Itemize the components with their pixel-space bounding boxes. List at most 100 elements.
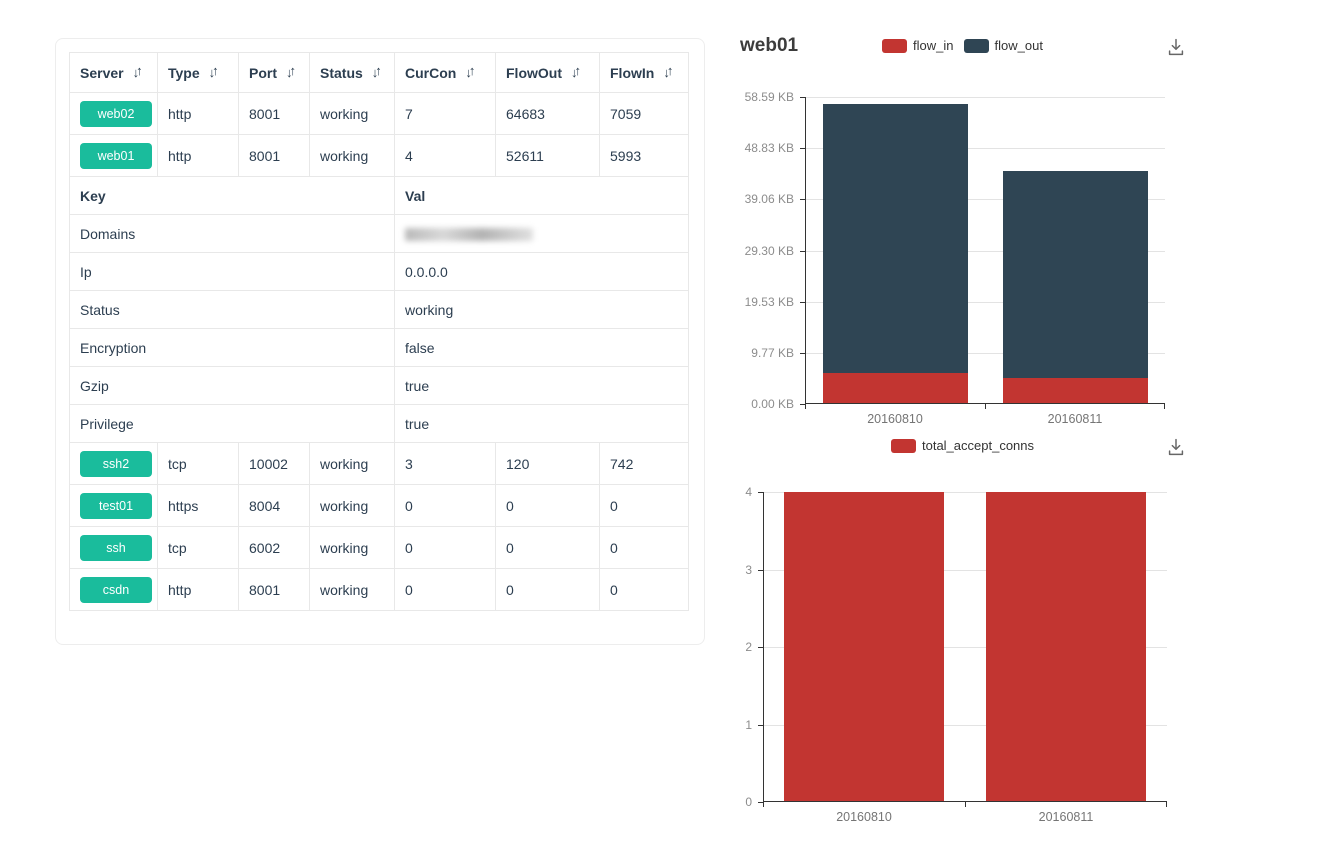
table-row-server: test01https8004working000: [70, 485, 689, 527]
detail-val-cell: false: [395, 329, 689, 367]
server-badge[interactable]: ssh2: [80, 451, 152, 477]
legend-label: flow_out: [995, 38, 1043, 53]
chart-legend: total_accept_conns: [730, 438, 1195, 453]
legend-swatch: [891, 439, 916, 453]
server-badge[interactable]: ssh: [80, 535, 152, 561]
detail-row: Statusworking: [70, 291, 689, 329]
bar-segment-total_accept_conns-20160811[interactable]: [986, 492, 1146, 802]
table-cell: http: [158, 569, 239, 611]
table-cell: 0: [600, 527, 689, 569]
x-axis-tick: [985, 404, 986, 409]
server-cell: csdn: [70, 569, 158, 611]
table-cell: 4: [395, 135, 496, 177]
table-row-server: sshtcp6002working000: [70, 527, 689, 569]
x-axis-label: 20160810: [763, 810, 965, 824]
table-header-row: Server ↓↑ Type↓↑ Port ↓↑ Status ↓↑ CurCon↓↑…: [70, 53, 689, 93]
detail-key-cell: Ip: [70, 253, 395, 291]
sort-icon[interactable]: ↓↑: [372, 66, 379, 79]
table-cell: working: [310, 485, 395, 527]
column-header-label: Status: [320, 65, 363, 81]
table-cell: 7: [395, 93, 496, 135]
chart-2: total_accept_conns012342016081020160811: [730, 430, 1195, 835]
y-axis-label: 19.53 KB: [726, 295, 794, 309]
server-badge[interactable]: csdn: [80, 577, 152, 603]
legend-swatch: [964, 39, 989, 53]
detail-key-cell: Domains: [70, 215, 395, 253]
detail-key-cell: Gzip: [70, 367, 395, 405]
column-header-server[interactable]: Server ↓↑: [70, 53, 158, 93]
legend-item-flow_out[interactable]: flow_out: [964, 38, 1043, 53]
table-cell: 0: [600, 485, 689, 527]
sort-icon[interactable]: ↓↑: [209, 66, 216, 79]
table-cell: 8001: [239, 93, 310, 135]
bar-segment-flow_out-20160811[interactable]: [1003, 171, 1148, 378]
column-header-label: FlowIn: [610, 65, 654, 81]
y-axis-label: 48.83 KB: [726, 141, 794, 155]
x-axis-label: 20160811: [965, 810, 1167, 824]
table-cell: https: [158, 485, 239, 527]
table-cell: http: [158, 93, 239, 135]
sort-icon[interactable]: ↓↑: [663, 66, 670, 79]
detail-row: Gziptrue: [70, 367, 689, 405]
column-header-flowin[interactable]: FlowIn ↓↑: [600, 53, 689, 93]
server-badge[interactable]: web01: [80, 143, 152, 169]
y-axis-label: 2: [726, 640, 752, 654]
detail-header-row: KeyVal: [70, 177, 689, 215]
x-axis-line: [805, 403, 1165, 404]
save-as-image-icon[interactable]: [1165, 36, 1187, 58]
x-axis-tick: [805, 404, 806, 409]
column-header-type[interactable]: Type↓↑: [158, 53, 239, 93]
table-cell: working: [310, 443, 395, 485]
table-cell: 5993: [600, 135, 689, 177]
column-header-curcon[interactable]: CurCon↓↑: [395, 53, 496, 93]
sort-icon[interactable]: ↓↑: [133, 66, 140, 79]
server-badge[interactable]: test01: [80, 493, 152, 519]
chart-1: web01flow_inflow_out0.00 KB9.77 KB19.53 …: [730, 30, 1195, 430]
blurred-value: [405, 228, 533, 241]
table-cell: 0: [496, 527, 600, 569]
detail-val-header: Val: [395, 177, 689, 215]
x-axis-line: [763, 801, 1167, 802]
save-as-image-icon[interactable]: [1165, 436, 1187, 458]
y-axis-label: 4: [726, 485, 752, 499]
legend-item-total_accept_conns[interactable]: total_accept_conns: [891, 438, 1034, 453]
server-cell: ssh2: [70, 443, 158, 485]
chart-plot: 0.00 KB9.77 KB19.53 KB29.30 KB39.06 KB48…: [805, 97, 1165, 404]
column-header-status[interactable]: Status ↓↑: [310, 53, 395, 93]
sort-icon[interactable]: ↓↑: [571, 66, 578, 79]
sort-icon[interactable]: ↓↑: [286, 66, 293, 79]
table-cell: tcp: [158, 527, 239, 569]
server-badge[interactable]: web02: [80, 101, 152, 127]
column-header-flowout[interactable]: FlowOut↓↑: [496, 53, 600, 93]
bar-segment-flow_in-20160811[interactable]: [1003, 378, 1148, 404]
column-header-label: Port: [249, 65, 277, 81]
table-cell: working: [310, 527, 395, 569]
column-header-port[interactable]: Port ↓↑: [239, 53, 310, 93]
detail-key-header: Key: [70, 177, 395, 215]
y-axis-label: 0.00 KB: [726, 397, 794, 411]
bar-segment-flow_out-20160810[interactable]: [823, 104, 968, 373]
table-row-server: ssh2tcp10002working3120742: [70, 443, 689, 485]
chart-legend: flow_in flow_out: [730, 38, 1195, 53]
table-cell: 0: [395, 485, 496, 527]
detail-val-cell: true: [395, 405, 689, 443]
gridline: [806, 97, 1165, 98]
y-axis-label: 39.06 KB: [726, 192, 794, 206]
table-cell: 0: [395, 527, 496, 569]
legend-item-flow_in[interactable]: flow_in: [882, 38, 953, 53]
table-cell: tcp: [158, 443, 239, 485]
server-cell: web01: [70, 135, 158, 177]
sort-icon[interactable]: ↓↑: [465, 66, 472, 79]
bar-segment-total_accept_conns-20160810[interactable]: [784, 492, 944, 802]
table-cell: 120: [496, 443, 600, 485]
table-cell: 52611: [496, 135, 600, 177]
bar-segment-flow_in-20160810[interactable]: [823, 373, 968, 404]
table-row-server: web01http8001working4526115993: [70, 135, 689, 177]
y-axis-label: 29.30 KB: [726, 244, 794, 258]
column-header-label: Server: [80, 65, 124, 81]
server-cell: test01: [70, 485, 158, 527]
legend-swatch: [882, 39, 907, 53]
y-axis-label: 0: [726, 795, 752, 809]
table-cell: 0: [496, 569, 600, 611]
server-table-card: Server ↓↑ Type↓↑ Port ↓↑ Status ↓↑ CurCon↓↑…: [55, 38, 705, 645]
